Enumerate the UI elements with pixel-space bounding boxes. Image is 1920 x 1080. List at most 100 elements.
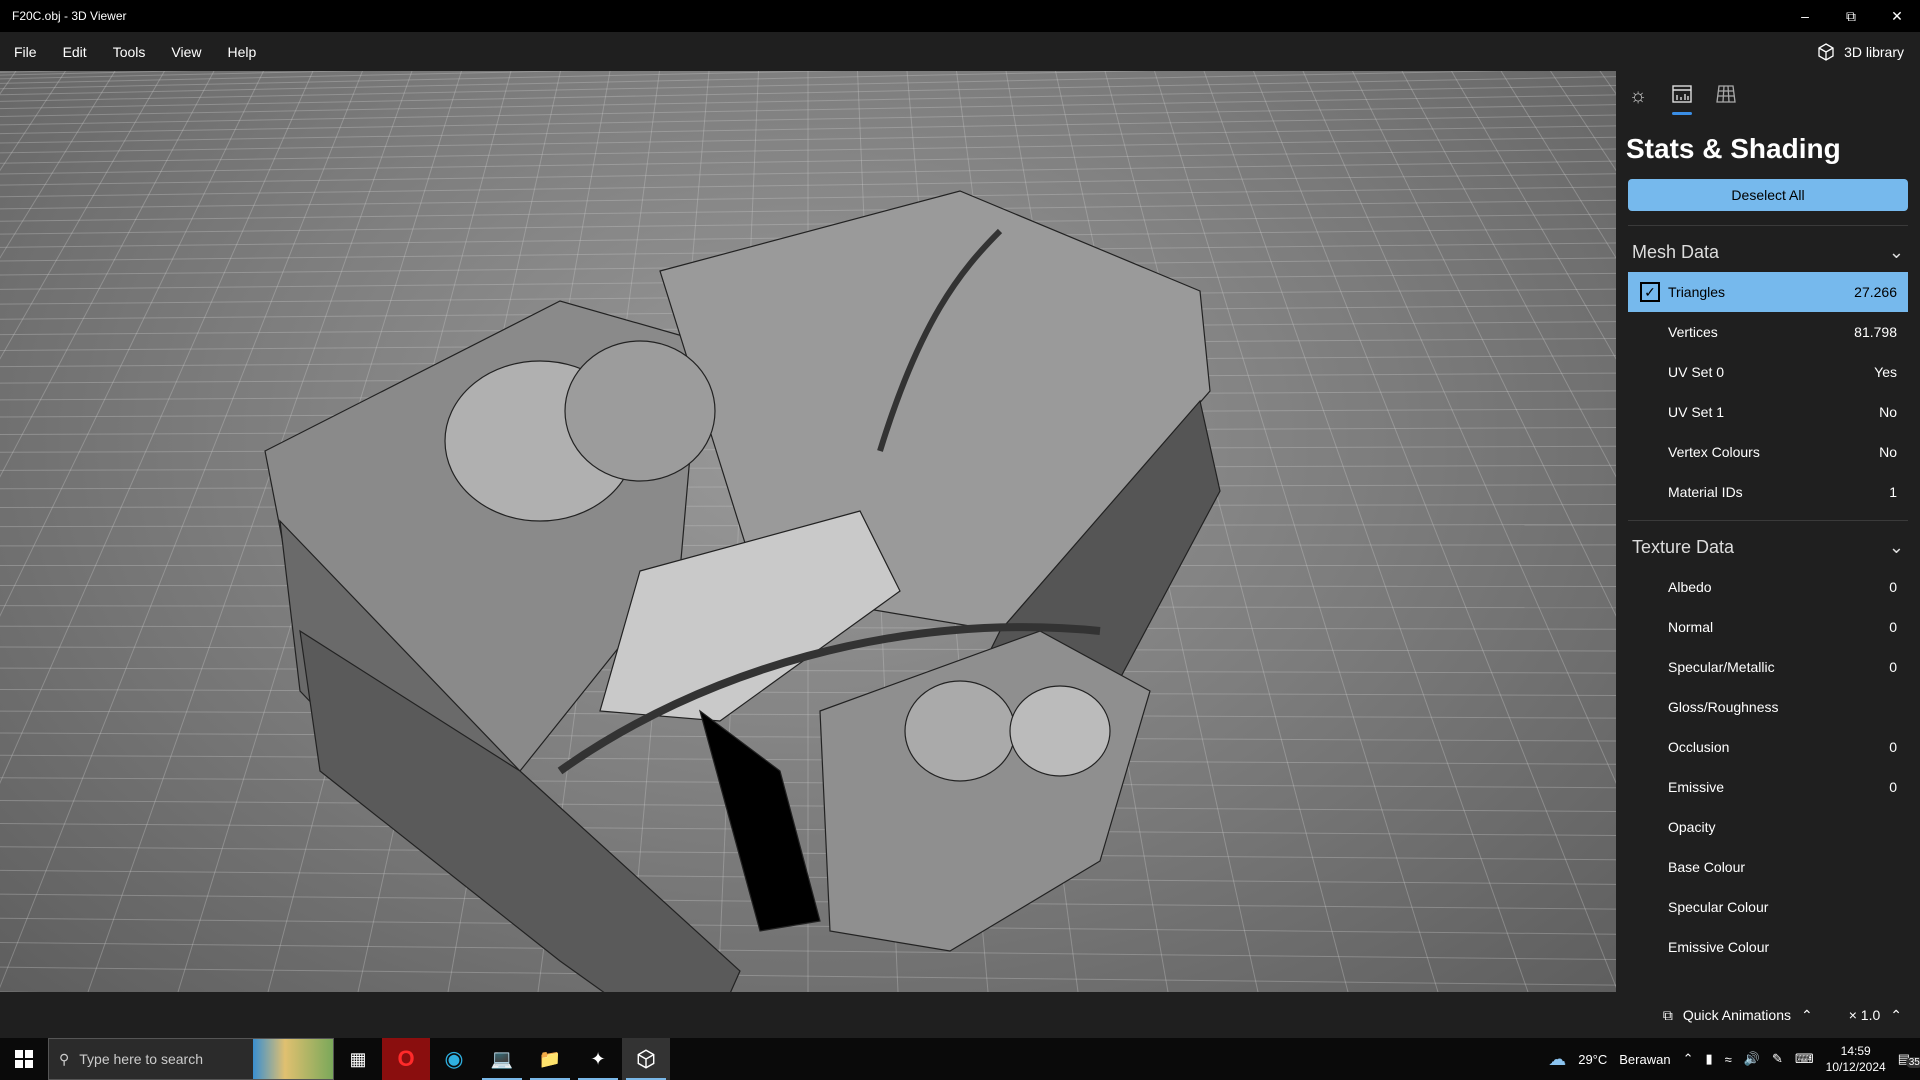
stat-label: Specular/Metallic: [1668, 659, 1775, 675]
grid-line: [0, 71, 165, 360]
stat-row[interactable]: Opacity: [1628, 807, 1908, 847]
stat-row[interactable]: Gloss/Roughness: [1628, 687, 1908, 727]
texture-data-header[interactable]: Texture Data ⌄: [1628, 527, 1908, 567]
stat-label: UV Set 1: [1668, 404, 1725, 420]
rhino-icon: ✦: [590, 1048, 606, 1069]
chevron-up-icon[interactable]: ⌃: [1683, 1051, 1694, 1067]
grid-icon: [1716, 85, 1736, 103]
3d-library-button[interactable]: 3D library: [1816, 32, 1904, 71]
start-button[interactable]: [0, 1038, 48, 1080]
close-button[interactable]: ✕: [1874, 0, 1920, 32]
chevron-down-icon: ⌄: [1888, 241, 1904, 262]
opera-app[interactable]: O: [382, 1038, 430, 1080]
stats-panel: ☼ Stats & Shading Deselect All Mesh Data…: [1616, 71, 1920, 992]
window-title: F20C.obj - 3D Viewer: [12, 9, 127, 23]
stat-row[interactable]: Albedo 0: [1628, 567, 1908, 607]
stat-value: 27.266: [1854, 284, 1897, 300]
search-highlight-image: [253, 1039, 333, 1079]
grid-line: [0, 71, 215, 478]
stat-value: No: [1879, 444, 1897, 460]
stat-label: Occlusion: [1668, 739, 1730, 755]
menu-file[interactable]: File: [2, 44, 49, 60]
stat-row[interactable]: Emissive 0: [1628, 767, 1908, 807]
stat-value: 0: [1889, 579, 1897, 595]
mesh-data-header[interactable]: Mesh Data ⌄: [1628, 232, 1908, 272]
stat-label: Base Colour: [1668, 859, 1746, 875]
restore-button[interactable]: ⧉: [1828, 0, 1874, 32]
stat-value: No: [1879, 404, 1897, 420]
3d-viewport[interactable]: [0, 71, 1616, 992]
edge-app[interactable]: ◉: [430, 1038, 478, 1080]
file-explorer-app[interactable]: 📁: [526, 1038, 574, 1080]
volume-icon[interactable]: 🔊: [1744, 1051, 1760, 1067]
minimize-button[interactable]: –: [1782, 0, 1828, 32]
folder-icon: 📁: [538, 1048, 562, 1069]
grid-line: [0, 71, 116, 259]
stat-label: Specular Colour: [1668, 899, 1769, 915]
search-icon: ⚲: [59, 1050, 70, 1067]
wifi-icon[interactable]: ≈: [1725, 1052, 1732, 1067]
keyboard-icon[interactable]: ⌨: [1795, 1051, 1814, 1067]
grid-line: [1302, 71, 1616, 785]
computer-icon: 💻: [490, 1048, 514, 1069]
stat-row[interactable]: Emissive Colour: [1628, 927, 1908, 967]
task-view-icon: ▦: [349, 1048, 367, 1069]
stat-row[interactable]: Vertex Colours No: [1628, 432, 1908, 472]
battery-icon[interactable]: ▮: [1705, 1051, 1712, 1067]
stat-value: 0: [1889, 619, 1897, 635]
clock[interactable]: 14:59 10/12/2024: [1826, 1043, 1886, 1075]
weather-desc[interactable]: Berawan: [1619, 1052, 1670, 1067]
weather-temp[interactable]: 29°C: [1578, 1052, 1607, 1067]
stat-row[interactable]: Specular Colour: [1628, 887, 1908, 927]
chevron-up-icon[interactable]: ⌃: [1890, 1007, 1902, 1024]
weather-icon[interactable]: ☁: [1548, 1049, 1566, 1070]
menu-help[interactable]: Help: [215, 44, 268, 60]
panel-title: Stats & Shading: [1626, 133, 1841, 164]
menu-view[interactable]: View: [159, 44, 213, 60]
menu-edit[interactable]: Edit: [51, 44, 99, 60]
remote-desktop-app[interactable]: 💻: [478, 1038, 526, 1080]
stat-row[interactable]: Specular/Metallic 0: [1628, 647, 1908, 687]
speed-selector[interactable]: × 1.0: [1849, 1007, 1881, 1023]
tab-lighting[interactable]: ☼: [1626, 85, 1650, 115]
stat-row[interactable]: UV Set 0 Yes: [1628, 352, 1908, 392]
rhino-app[interactable]: ✦: [574, 1038, 622, 1080]
engine-model: [264, 190, 1221, 992]
quick-animations-button[interactable]: Quick Animations: [1683, 1007, 1791, 1023]
taskbar-search[interactable]: ⚲ Type here to search: [48, 1038, 334, 1080]
stat-row[interactable]: Vertices 81.798: [1628, 312, 1908, 352]
stat-row[interactable]: Material IDs 1: [1628, 472, 1908, 512]
stat-row[interactable]: Normal 0: [1628, 607, 1908, 647]
tab-grid[interactable]: [1714, 85, 1738, 115]
stats-icon: [1672, 85, 1692, 103]
grid-line: [0, 71, 314, 785]
deselect-all-button[interactable]: Deselect All: [1628, 179, 1908, 211]
animation-icon: ⧉: [1662, 1006, 1673, 1023]
stat-row[interactable]: UV Set 1 No: [1628, 392, 1908, 432]
opera-icon: O: [397, 1046, 415, 1071]
grid-line: [1253, 71, 1616, 989]
tab-stats[interactable]: [1670, 85, 1694, 115]
stat-row[interactable]: ✓ Triangles 27.266: [1628, 272, 1908, 312]
chevron-up-icon[interactable]: ⌃: [1801, 1007, 1813, 1024]
stat-value: 1: [1889, 484, 1897, 500]
grid-line: [1451, 71, 1616, 360]
section-title: Texture Data: [1632, 536, 1735, 557]
checkbox[interactable]: ✓: [1640, 282, 1660, 302]
task-view-button[interactable]: ▦: [334, 1038, 382, 1080]
stat-row[interactable]: Base Colour: [1628, 847, 1908, 887]
sun-icon: ☼: [1628, 85, 1648, 107]
notification-count: 35: [1905, 1057, 1920, 1068]
grid-line: [1352, 71, 1616, 617]
system-tray: ☁ 29°C Berawan ⌃ ▮ ≈ 🔊 ✎ ⌨ 14:59 10/12/20…: [1548, 1038, 1920, 1080]
stat-label: Emissive: [1668, 779, 1725, 795]
stat-label: UV Set 0: [1668, 364, 1725, 380]
3d-library-label: 3D library: [1844, 43, 1904, 60]
stat-value: 0: [1889, 779, 1897, 795]
notifications-button[interactable]: ▤ 35: [1898, 1051, 1920, 1068]
stat-row[interactable]: Occlusion 0: [1628, 727, 1908, 767]
3d-viewer-app[interactable]: [622, 1038, 670, 1080]
windows-icon: [15, 1050, 33, 1068]
pen-icon[interactable]: ✎: [1772, 1051, 1783, 1067]
menu-tools[interactable]: Tools: [101, 44, 158, 60]
